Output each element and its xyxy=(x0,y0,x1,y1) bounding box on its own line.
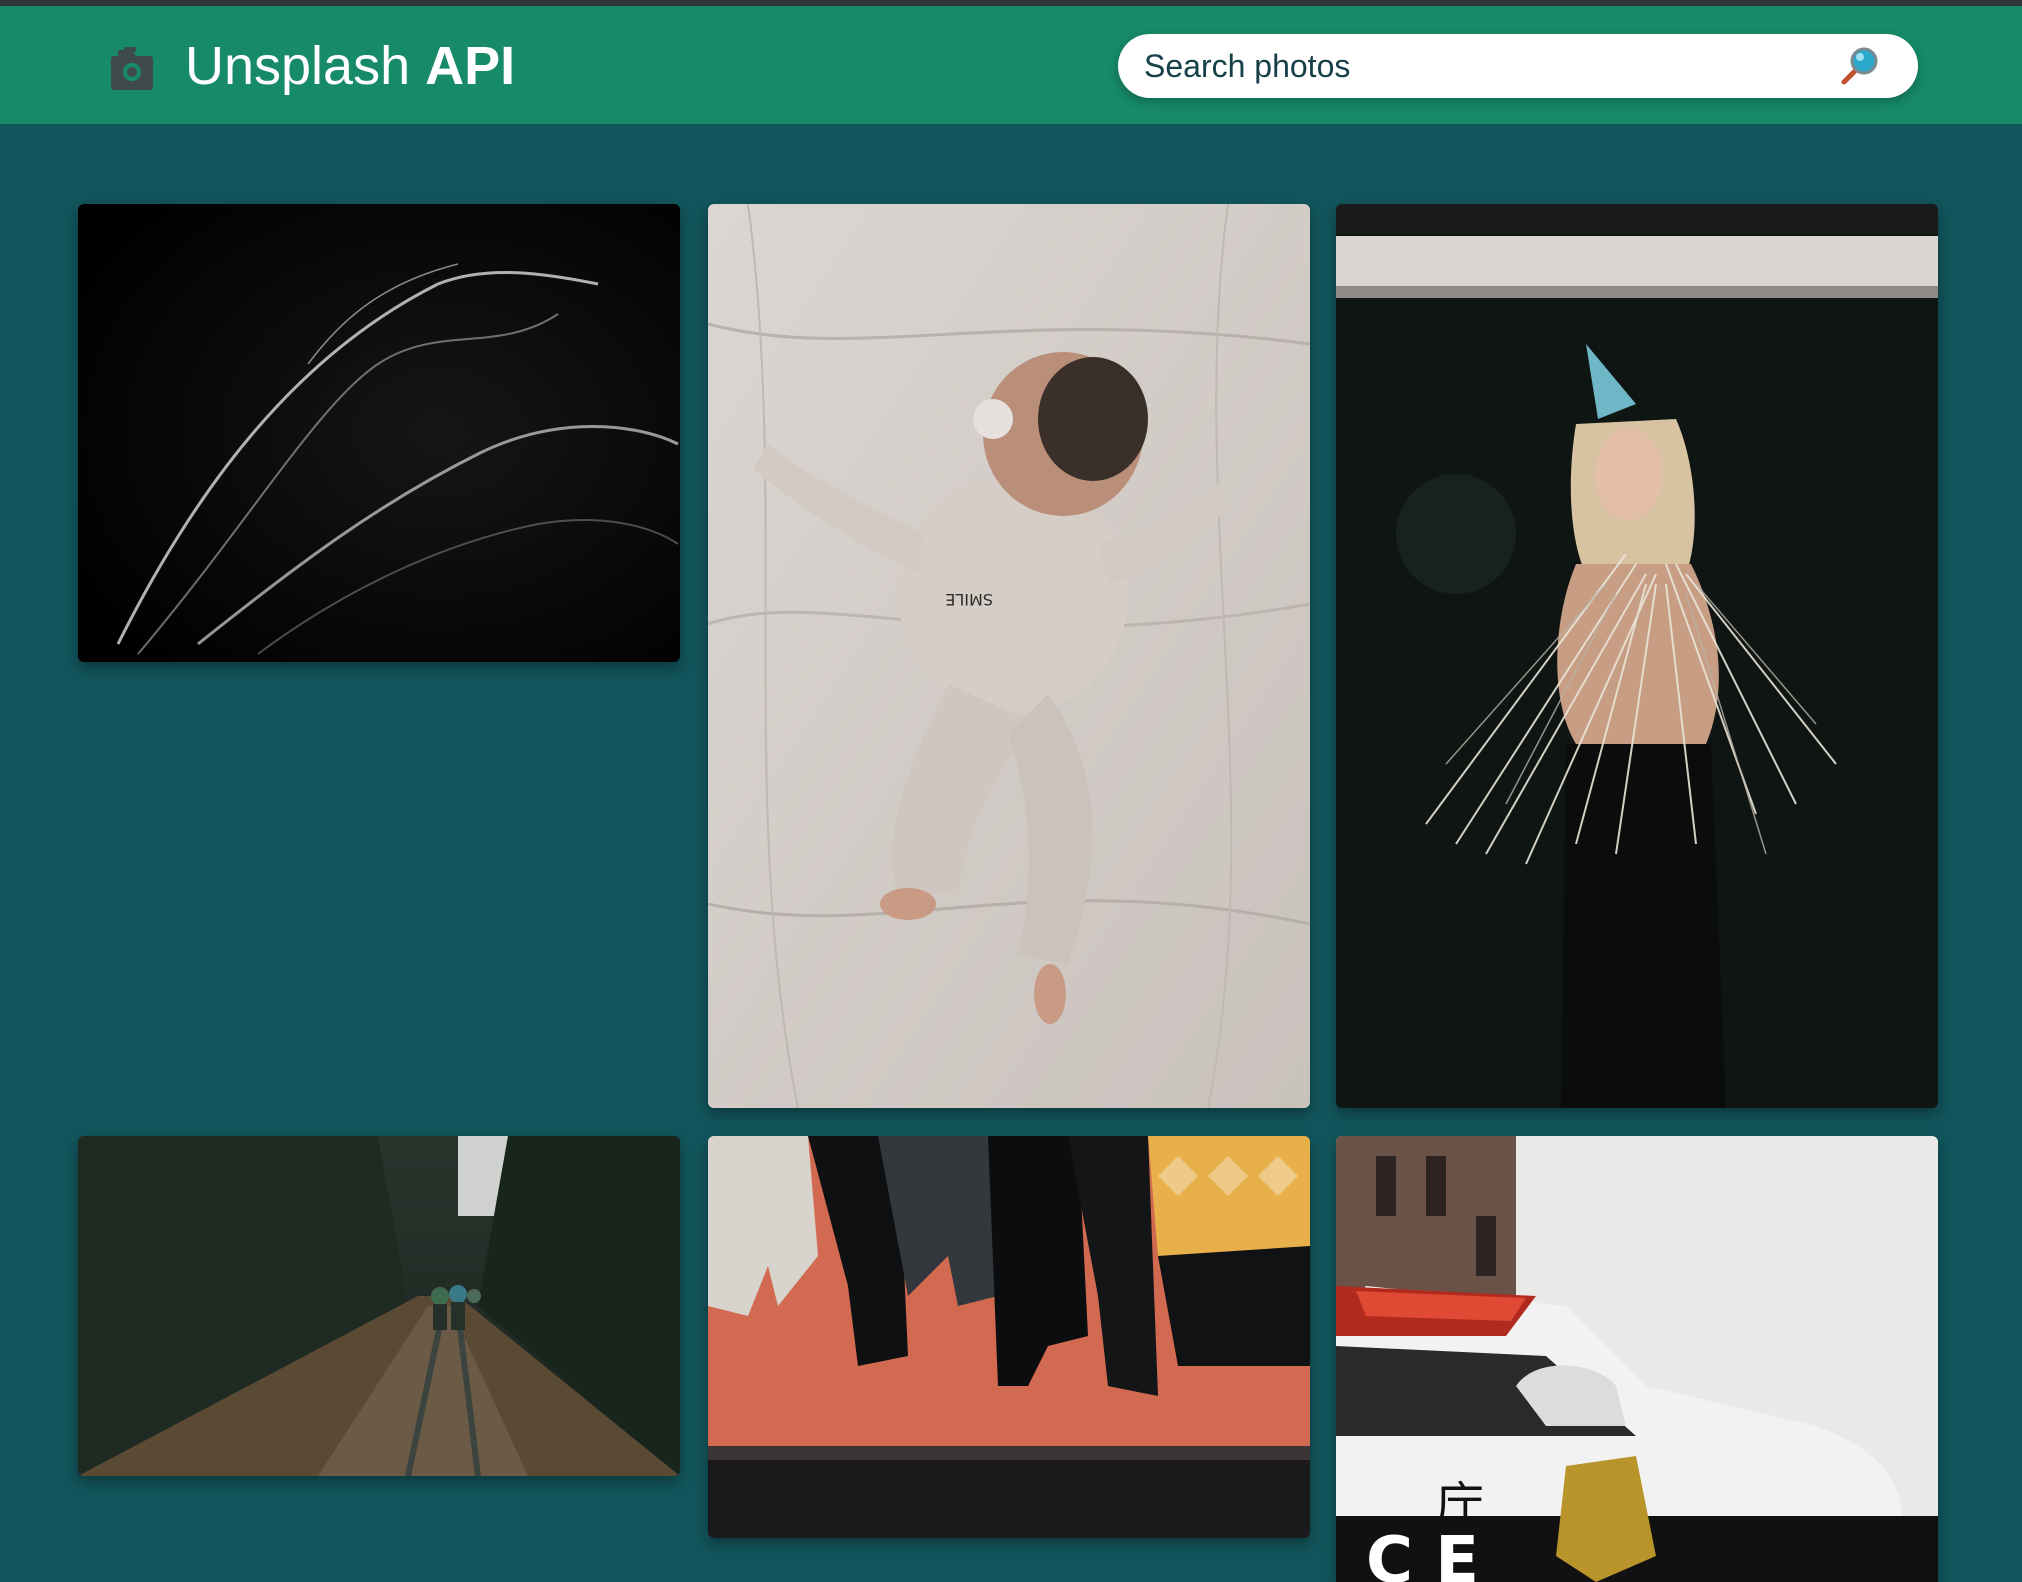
smoke-photo xyxy=(78,204,680,662)
search-input[interactable] xyxy=(1144,34,1824,98)
app-header: Unsplash API xyxy=(0,6,2022,124)
camera-icon xyxy=(111,47,153,90)
photo-tile-party[interactable] xyxy=(1336,204,1938,1108)
magnifier-icon[interactable] xyxy=(1836,44,1882,90)
forest-photo xyxy=(78,1136,680,1476)
brand-title: Unsplash API xyxy=(185,36,515,96)
brand-title-bold: API xyxy=(425,36,516,96)
svg-text:C E: C E xyxy=(1366,1524,1479,1582)
photo-tile-forest[interactable] xyxy=(78,1136,680,1476)
photo-tile-smoke[interactable] xyxy=(78,204,680,662)
photo-tile-clothes[interactable] xyxy=(708,1136,1310,1538)
baby-photo: SMILE xyxy=(708,204,1310,1108)
photo-tile-police[interactable]: 庁 C E xyxy=(1336,1136,1938,1582)
svg-text:SMILE: SMILE xyxy=(945,590,993,609)
search-bar[interactable] xyxy=(1118,34,1918,98)
police-photo: 庁 C E xyxy=(1336,1136,1938,1582)
party-photo xyxy=(1336,204,1938,1108)
photo-tile-baby[interactable]: SMILE xyxy=(708,204,1310,1108)
brand-title-light: Unsplash xyxy=(185,36,411,96)
clothes-photo xyxy=(708,1136,1310,1538)
